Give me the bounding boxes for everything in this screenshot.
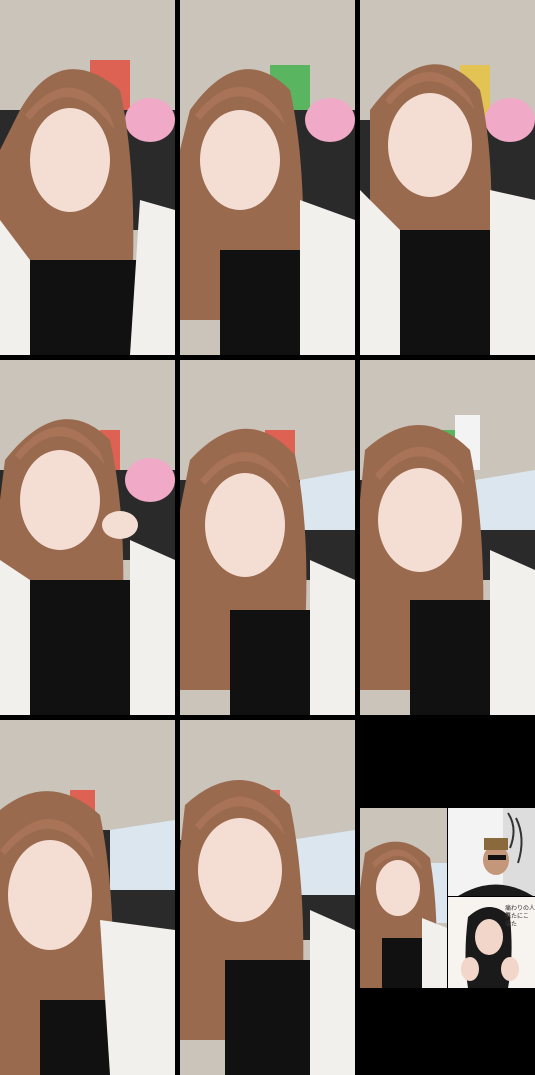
collab-main-image bbox=[360, 808, 447, 988]
photo-collage-grid: 痛わりの人気 来たにこ😊 また bbox=[0, 0, 535, 1075]
frame-5-image bbox=[180, 360, 355, 715]
frame-4-image bbox=[0, 360, 175, 715]
frame-8-image bbox=[180, 720, 355, 1075]
collab-panel-text-line3: また bbox=[505, 921, 518, 928]
video-frame-6 bbox=[360, 360, 535, 715]
collab-top-right-image bbox=[448, 808, 535, 896]
video-frame-5 bbox=[180, 360, 355, 715]
collab-frame-top-right bbox=[448, 808, 535, 896]
frame-1-image bbox=[0, 0, 175, 355]
collab-frame-main bbox=[360, 808, 447, 988]
video-frame-2 bbox=[180, 0, 355, 355]
frame-6-image bbox=[360, 360, 535, 715]
frame-3-image bbox=[360, 0, 535, 355]
collab-frame-bottom-right: 痛わりの人気 来たにこ😊 また bbox=[448, 897, 535, 988]
frame-7-image bbox=[0, 720, 175, 1075]
video-frame-3 bbox=[360, 0, 535, 355]
video-frame-8 bbox=[180, 720, 355, 1075]
video-frame-1 bbox=[0, 0, 175, 355]
video-frame-7 bbox=[0, 720, 175, 1075]
video-frame-4 bbox=[0, 360, 175, 715]
frame-2-image bbox=[180, 0, 355, 355]
